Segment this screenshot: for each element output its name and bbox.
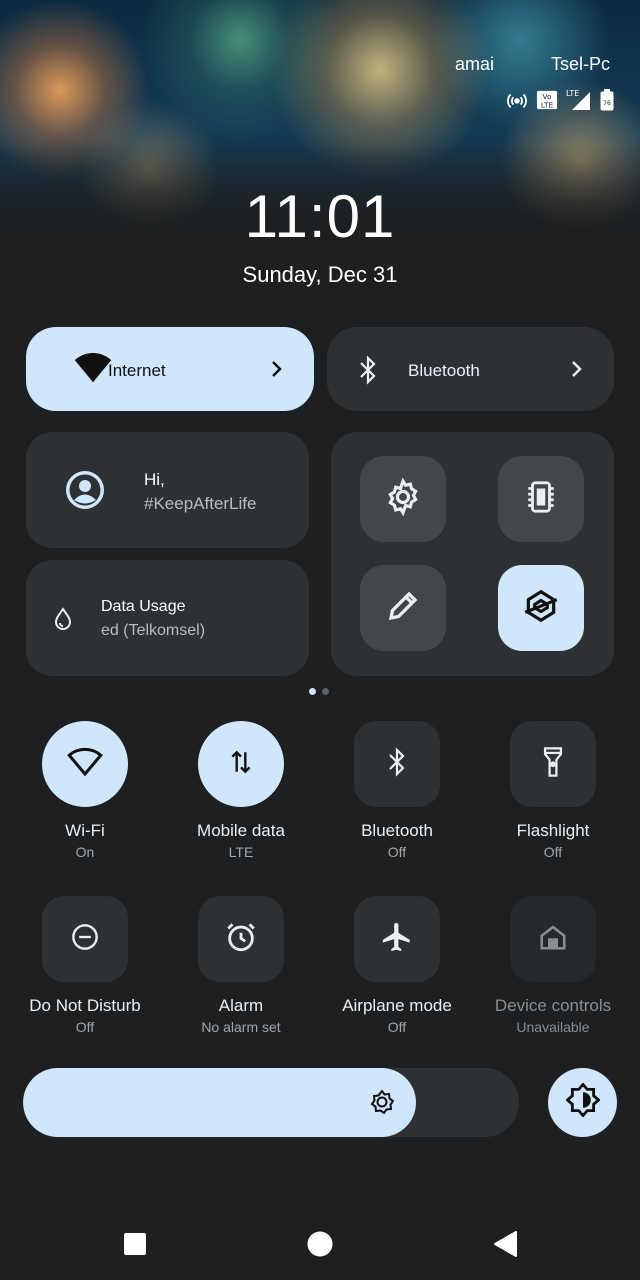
bluetooth-icon (386, 746, 408, 783)
date[interactable]: Sunday, Dec 31 (0, 262, 640, 288)
alarm-label: Alarm (218, 996, 264, 1015)
bluetooth-tile[interactable]: Bluetooth Off (322, 721, 472, 860)
bluetooth-toggle[interactable] (354, 721, 440, 807)
settings-button[interactable] (360, 456, 446, 542)
svg-text:LTE: LTE (566, 89, 579, 98)
flashlight-label: Flashlight (516, 821, 590, 840)
flashlight-status: Off (543, 844, 563, 860)
bluetooth-label: Bluetooth (361, 821, 433, 840)
airplane-status: Off (387, 1019, 407, 1035)
dnd-tile[interactable]: Do Not Disturb Off (10, 896, 160, 1035)
wifi-toggle[interactable] (42, 721, 128, 807)
user-name-text: #KeepAfterLife (144, 494, 257, 513)
brightness-icon (370, 1089, 395, 1119)
recents-button[interactable] (115, 1226, 155, 1266)
page-dot (322, 688, 329, 695)
page-indicator (309, 688, 329, 695)
wifi-tile[interactable]: Wi-Fi On (10, 721, 160, 860)
edit-icon (385, 588, 421, 629)
user-card[interactable]: Hi, #KeepAfterLife (26, 432, 309, 548)
battery-icon: 76 (600, 89, 614, 111)
page-dot-active (309, 688, 316, 695)
navigation-bar (0, 1226, 640, 1266)
home-button[interactable] (300, 1226, 340, 1266)
volte-icon: Vo LTE (536, 89, 558, 111)
brightness-fill (23, 1068, 416, 1137)
svg-text:LTE: LTE (541, 100, 554, 109)
internet-label: Internet (108, 361, 166, 380)
chevron-right-icon[interactable] (269, 359, 283, 384)
wifi-icon (67, 747, 103, 782)
alarm-icon (224, 920, 258, 959)
device-controls-tile[interactable]: Device controls Unavailable (478, 896, 628, 1035)
auto-brightness-icon (564, 1082, 601, 1122)
vpn-button[interactable] (498, 565, 584, 651)
back-button[interactable] (486, 1226, 526, 1266)
settings-icon (384, 476, 422, 521)
bluetooth-icon (357, 355, 379, 390)
home-icon (538, 922, 568, 957)
flashlight-tile[interactable]: Flashlight Off (478, 721, 628, 860)
hotspot-icon (506, 89, 528, 111)
dnd-label: Do Not Disturb (29, 996, 141, 1015)
svg-text:76: 76 (603, 100, 611, 107)
vpn-icon (522, 587, 560, 630)
mobile-data-label: Mobile data (197, 821, 285, 840)
data-usage-card[interactable]: Data Usage ed (Telkomsel) (26, 560, 309, 676)
airplane-label: Airplane mode (342, 996, 452, 1015)
dnd-status: Off (75, 1019, 95, 1035)
airplane-tile[interactable]: Airplane mode Off (322, 896, 472, 1035)
mobile-data-tile[interactable]: Mobile data LTE (166, 721, 316, 860)
internet-tile[interactable]: Internet (26, 327, 314, 411)
device-controls-status: Unavailable (516, 1019, 590, 1035)
chip-icon (524, 478, 558, 521)
back-icon (494, 1230, 518, 1262)
chevron-right-icon[interactable] (569, 359, 583, 384)
dnd-icon (71, 923, 99, 956)
alarm-tile[interactable]: Alarm No alarm set (166, 896, 316, 1035)
shortcut-panel (331, 432, 614, 676)
lte-signal-icon: LTE (566, 88, 592, 112)
wifi-icon (74, 352, 112, 389)
alarm-toggle[interactable] (198, 896, 284, 982)
mobile-data-toggle[interactable] (198, 721, 284, 807)
bluetooth-status: Off (387, 844, 407, 860)
auto-brightness-button[interactable] (548, 1068, 617, 1137)
airplane-icon (380, 920, 414, 959)
water-drop-icon (52, 606, 74, 637)
wifi-label: Wi-Fi (65, 821, 105, 840)
account-icon (64, 469, 106, 516)
airplane-toggle[interactable] (354, 896, 440, 982)
flashlight-icon (541, 745, 565, 784)
device-controls-toggle[interactable] (510, 896, 596, 982)
bluetooth-tile-large[interactable]: Bluetooth (327, 327, 614, 411)
home-circle-icon (307, 1231, 333, 1262)
status-bar: amai Tsel-Pc Vo LTE LTE 76 (0, 50, 640, 112)
edit-button[interactable] (360, 565, 446, 651)
carrier-label-2: Tsel-Pc (551, 54, 611, 74)
greeting-text: Hi, (144, 470, 165, 489)
wifi-status: On (75, 844, 95, 860)
chip-button[interactable] (498, 456, 584, 542)
bluetooth-label: Bluetooth (408, 361, 480, 380)
brightness-slider[interactable] (23, 1068, 519, 1137)
device-controls-label: Device controls (494, 996, 612, 1015)
status-icons: Vo LTE LTE 76 (506, 88, 614, 112)
data-usage-title: Data Usage (101, 598, 186, 615)
alarm-status: No alarm set (201, 1019, 281, 1035)
flashlight-toggle[interactable] (510, 721, 596, 807)
mobile-data-status: LTE (228, 844, 254, 860)
recents-icon (124, 1232, 146, 1260)
dnd-toggle[interactable] (42, 896, 128, 982)
data-arrows-icon (228, 748, 254, 781)
data-usage-subtitle: ed (Telkomsel) (101, 622, 206, 639)
clock[interactable]: 11:01 (0, 182, 640, 251)
carrier-label-1: amai (455, 54, 495, 74)
